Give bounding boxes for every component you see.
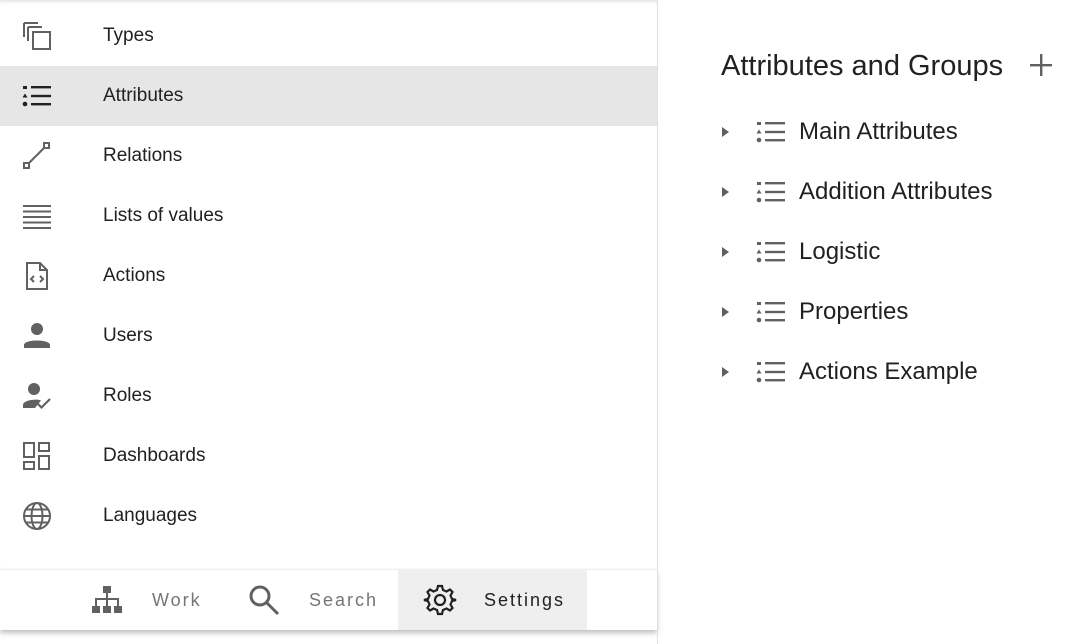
copy-icon (22, 21, 52, 51)
lines-icon (22, 201, 52, 231)
list-icon (756, 237, 786, 267)
code-file-icon (22, 261, 52, 291)
attribute-group-tree: Main Attributes Addition Attributes Logi… (658, 102, 1073, 402)
gear-icon (423, 583, 457, 617)
expand-arrow-icon[interactable] (718, 180, 734, 204)
list-icon (22, 81, 52, 111)
settings-tab-label: Settings (484, 590, 566, 610)
person-icon (22, 321, 52, 351)
tree-row-addition-attributes: Addition Attributes (658, 162, 1073, 222)
nav-item-languages[interactable]: Languages (0, 486, 657, 546)
settings-nav-list: Types Attributes Relations Lists of valu… (0, 6, 657, 546)
nav-item-label: Attributes (103, 85, 184, 106)
list-icon (756, 297, 786, 327)
search-icon (247, 583, 281, 617)
nav-item-attributes[interactable]: Attributes (0, 66, 657, 126)
nav-item-label: Actions (103, 265, 166, 286)
expand-arrow-icon[interactable] (718, 120, 734, 144)
nav-item-label: Roles (103, 385, 152, 406)
nav-item-label: Lists of values (103, 205, 224, 226)
nav-item-label: Dashboards (103, 445, 206, 466)
attributes-panel: Attributes and Groups Main Attributes Ad… (658, 0, 1073, 644)
dashboard-icon (22, 441, 52, 471)
globe-icon (22, 501, 52, 531)
search-tab[interactable]: Search (235, 570, 395, 630)
nav-item-label: Users (103, 325, 153, 346)
nav-item-relations[interactable]: Relations (0, 126, 657, 186)
nav-item-label: Languages (103, 505, 198, 526)
tree-row-label[interactable]: Main Attributes (799, 118, 958, 146)
tree-row-label[interactable]: Properties (799, 298, 908, 326)
work-tab[interactable]: Work (80, 570, 220, 630)
tree-row-label[interactable]: Actions Example (799, 358, 978, 386)
add-group-button[interactable] (1026, 50, 1056, 80)
relation-icon (22, 141, 52, 171)
tree-row-actions-example: Actions Example (658, 342, 1073, 402)
settings-tab[interactable]: Settings (398, 570, 587, 630)
nav-item-label: Types (103, 25, 154, 46)
nav-item-dashboards[interactable]: Dashboards (0, 426, 657, 486)
tree-row-properties: Properties (658, 282, 1073, 342)
nav-item-lists-of-values[interactable]: Lists of values (0, 186, 657, 246)
work-tab-label: Work (152, 590, 202, 610)
plus-icon (1030, 54, 1052, 76)
sitemap-icon (90, 583, 124, 617)
list-icon (756, 177, 786, 207)
expand-arrow-icon[interactable] (718, 360, 734, 384)
bottom-navigation: Work Search Settings (0, 570, 657, 630)
list-icon (756, 117, 786, 147)
expand-arrow-icon[interactable] (718, 300, 734, 324)
panel-title: Attributes and Groups (721, 50, 1004, 82)
expand-arrow-icon[interactable] (718, 240, 734, 264)
nav-item-types[interactable]: Types (0, 6, 657, 66)
list-icon (756, 357, 786, 387)
tree-row-main-attributes: Main Attributes (658, 102, 1073, 162)
tree-row-label[interactable]: Addition Attributes (799, 178, 992, 206)
settings-sidebar: Types Attributes Relations Lists of valu… (0, 0, 657, 644)
nav-item-actions[interactable]: Actions (0, 246, 657, 306)
nav-item-users[interactable]: Users (0, 306, 657, 366)
tree-row-label[interactable]: Logistic (799, 238, 880, 266)
search-tab-label: Search (309, 590, 379, 610)
tree-row-logistic: Logistic (658, 222, 1073, 282)
nav-item-label: Relations (103, 145, 183, 166)
nav-item-roles[interactable]: Roles (0, 366, 657, 426)
person-check-icon (22, 381, 52, 411)
